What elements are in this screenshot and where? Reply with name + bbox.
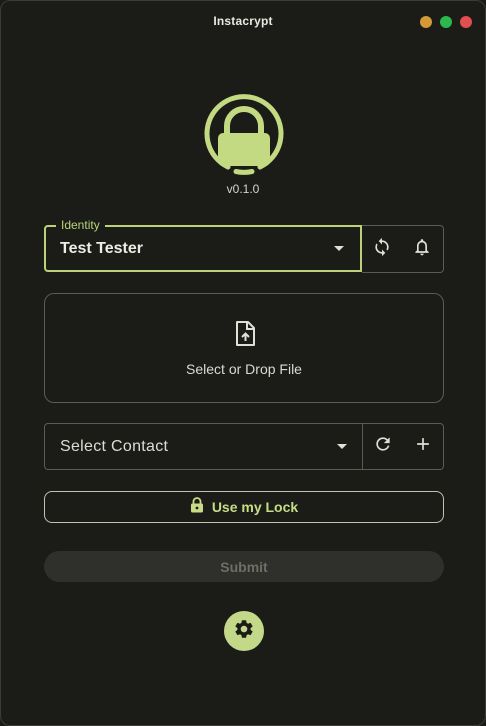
chevron-down-icon xyxy=(337,444,347,449)
contact-placeholder: Select Contact xyxy=(60,438,169,455)
version-label: v0.1.0 xyxy=(226,182,260,196)
file-dropzone[interactable]: Select or Drop File xyxy=(44,293,444,403)
file-upload-icon xyxy=(233,321,257,347)
plus-icon xyxy=(413,434,433,459)
refresh-icon xyxy=(373,434,393,459)
identity-actions xyxy=(362,225,444,273)
identity-value: Test Tester xyxy=(60,240,143,257)
submit-button[interactable]: Submit xyxy=(44,551,444,582)
minimize-button[interactable] xyxy=(420,16,432,28)
chevron-down-icon xyxy=(334,246,344,251)
use-my-lock-label: Use my Lock xyxy=(211,499,299,515)
gear-icon xyxy=(233,618,255,645)
add-contact-button[interactable] xyxy=(403,424,443,469)
dropzone-label: Select or Drop File xyxy=(186,361,302,377)
maximize-button[interactable] xyxy=(440,16,452,28)
window-title: Instacrypt xyxy=(213,14,273,28)
use-my-lock-button[interactable]: Use my Lock xyxy=(44,491,444,523)
submit-label: Submit xyxy=(220,558,268,575)
identity-select[interactable]: Identity Test Tester xyxy=(44,218,362,272)
padlock-logo-icon xyxy=(202,93,286,177)
identity-label: Identity xyxy=(56,218,105,232)
app-window: Instacrypt v0.1.0 Identity Test Tester S… xyxy=(0,0,486,726)
contact-select[interactable]: Select Contact xyxy=(44,423,363,470)
sync-icon xyxy=(372,237,392,262)
notifications-button[interactable] xyxy=(402,226,442,272)
title-bar[interactable]: Instacrypt xyxy=(1,1,485,41)
sync-button[interactable] xyxy=(362,226,402,272)
refresh-contacts-button[interactable] xyxy=(363,424,403,469)
close-button[interactable] xyxy=(460,16,472,28)
settings-button[interactable] xyxy=(224,611,264,651)
bell-icon xyxy=(412,237,432,262)
lock-icon xyxy=(190,496,204,518)
contact-actions xyxy=(363,423,444,470)
